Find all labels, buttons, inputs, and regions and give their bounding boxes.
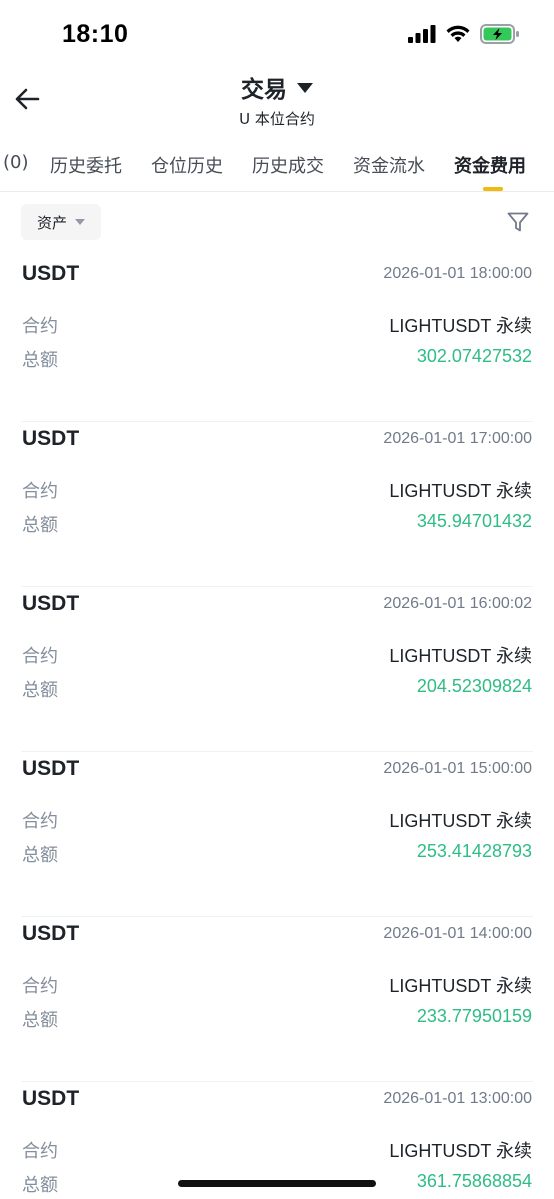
divider [21,751,533,752]
status-bar: 18:10 [0,0,554,72]
record-time: 2026-01-01 16:00:02 [383,595,532,612]
tab-funding-fee[interactable]: 资金费用 [454,152,526,178]
filter-row: 资产 [0,204,554,242]
divider [21,916,533,917]
record-contract: LIGHTUSDT 永续 [389,976,532,996]
divider [21,1081,533,1082]
status-icons [408,24,520,44]
record-contract: LIGHTUSDT 永续 [389,646,532,666]
record-amount-label: 总额 [22,1175,58,1196]
record-amount: 253.41428793 [416,841,532,861]
record-asset: USDT [22,1087,80,1110]
divider [21,421,533,422]
divider [21,586,533,587]
record-contract-label: 合约 [22,976,58,997]
record-contract: LIGHTUSDT 永续 [389,1141,532,1161]
record-time: 2026-01-01 18:00:00 [383,265,532,282]
tab-transaction-history[interactable]: 资金流水 [353,152,425,178]
record-contract: LIGHTUSDT 永续 [389,811,532,831]
record-amount: 204.52309824 [416,676,532,696]
record-contract: LIGHTUSDT 永续 [389,481,532,501]
asset-filter-dropdown[interactable]: 资产 [21,204,101,240]
record-contract-label: 合约 [22,646,58,667]
active-tab-indicator [483,187,503,191]
battery-charging-icon [480,24,519,44]
asset-filter-label: 资产 [36,213,67,232]
record-asset: USDT [22,427,80,450]
record-amount-label: 总额 [22,680,58,701]
record-contract-label: 合约 [22,811,58,832]
page-subtitle: U 本位合约 [239,110,315,128]
caret-down-icon [297,83,313,93]
record-asset: USDT [22,262,80,285]
record-asset: USDT [22,757,80,780]
record-amount-label: 总额 [22,845,58,866]
record-amount: 345.94701432 [416,511,532,531]
caret-down-icon [75,219,85,225]
record-contract-label: 合约 [22,1141,58,1162]
home-indicator[interactable] [178,1180,376,1187]
record-amount: 361.75868854 [416,1171,532,1191]
header: 交易 U 本位合约 [0,68,554,134]
record-amount: 233.77950159 [416,1006,532,1026]
list-item: USDT 2026-01-01 15:00:00 合约 LIGHTUSDT 永续… [0,751,554,918]
filter-icon[interactable] [506,210,530,234]
record-time: 2026-01-01 15:00:00 [383,760,532,777]
tab-position-history[interactable]: 仓位历史 [151,152,223,178]
tab-trade-history[interactable]: 历史成交 [252,152,324,178]
list-item: USDT 2026-01-01 17:00:00 合约 LIGHTUSDT 永续… [0,421,554,588]
list-item: USDT 2026-01-01 18:00:00 合约 LIGHTUSDT 永续… [0,258,554,423]
cellular-signal-icon [408,25,436,43]
record-asset: USDT [22,922,80,945]
record-amount-label: 总额 [22,1010,58,1031]
record-contract: LIGHTUSDT 永续 [389,316,532,336]
record-contract-label: 合约 [22,316,58,337]
tab-bar: (0) 历史委托 仓位历史 历史成交 资金流水 资金费用 [0,146,554,192]
record-time: 2026-01-01 17:00:00 [383,430,532,447]
record-amount: 302.07427532 [416,346,532,366]
tab-open-orders[interactable]: (0) [3,152,29,173]
page-title-selector[interactable]: 交易 [241,70,313,104]
record-amount-label: 总额 [22,350,58,371]
record-time: 2026-01-01 13:00:00 [383,1090,532,1107]
record-amount-label: 总额 [22,515,58,536]
record-contract-label: 合约 [22,481,58,502]
list-item: USDT 2026-01-01 14:00:00 合约 LIGHTUSDT 永续… [0,916,554,1083]
record-time: 2026-01-01 14:00:00 [383,925,532,942]
list-item: USDT 2026-01-01 16:00:02 合约 LIGHTUSDT 永续… [0,586,554,753]
page-title: 交易 [241,77,287,103]
status-time: 18:10 [62,20,129,48]
tab-order-history[interactable]: 历史委托 [50,152,122,178]
wifi-icon [446,25,470,42]
record-asset: USDT [22,592,80,615]
